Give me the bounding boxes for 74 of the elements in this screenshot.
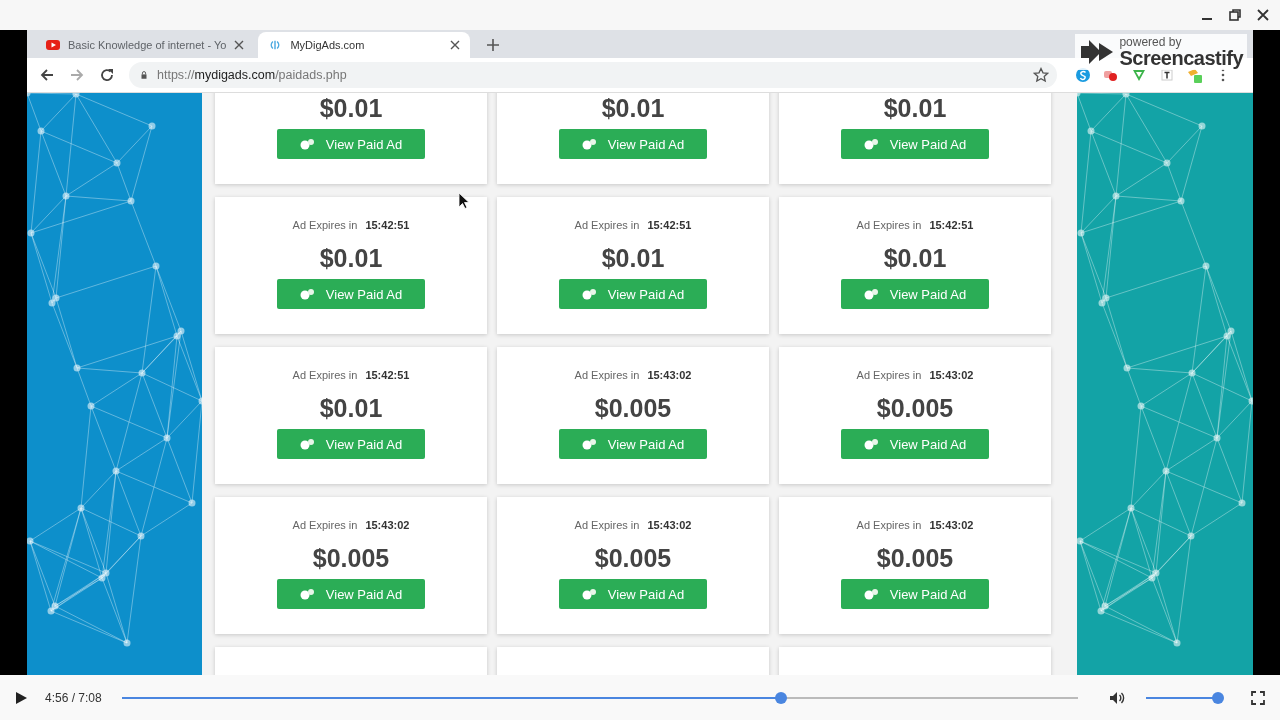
view-paid-ad-button[interactable]: View Paid Ad — [559, 579, 707, 609]
expiry-label: Ad Expires in — [856, 369, 922, 381]
expiry-time: 15:42:51 — [647, 219, 692, 231]
coins-icon — [581, 438, 598, 450]
coins-icon — [299, 288, 316, 300]
badge-caption: powered by — [1119, 36, 1183, 48]
coins-icon — [863, 588, 880, 600]
expiry-label: Ad Expires in — [292, 519, 358, 531]
view-paid-ad-button[interactable]: View Paid Ad — [277, 279, 425, 309]
expiry-time: 15:42:51 — [365, 369, 410, 381]
close-icon[interactable] — [234, 40, 245, 50]
extension-icon[interactable] — [1159, 67, 1175, 83]
view-paid-ad-button[interactable]: View Paid Ad — [841, 429, 989, 459]
view-paid-ad-button[interactable]: View Paid Ad — [559, 429, 707, 459]
ad-price: $0.01 — [601, 93, 665, 123]
play-icon[interactable] — [14, 690, 28, 705]
star-icon[interactable] — [1033, 67, 1049, 83]
ad-price: $0.005 — [594, 393, 672, 423]
ad-price: $0.01 — [601, 243, 665, 273]
view-paid-ad-button[interactable]: View Paid Ad — [559, 279, 707, 309]
close-icon[interactable] — [450, 40, 461, 50]
expiry-time: 15:42:51 — [929, 219, 974, 231]
ad-price: $0.01 — [319, 93, 383, 123]
ad-price: $0.005 — [876, 543, 954, 573]
fullscreen-icon[interactable] — [1250, 690, 1265, 705]
ad-price: $0.005 — [876, 393, 954, 423]
view-paid-ad-button[interactable]: View Paid Ad — [277, 129, 425, 159]
video-icon — [46, 40, 60, 50]
slider-thumb[interactable] — [1212, 691, 1225, 704]
expiry-label: Ad Expires in — [574, 519, 640, 531]
view-paid-ad-button[interactable]: View Paid Ad — [277, 429, 425, 459]
ad-price: $0.01 — [319, 243, 383, 273]
ad-price: $0.005 — [594, 543, 672, 573]
expiry-time: 15:43:02 — [647, 369, 692, 381]
view-paid-ad-button[interactable]: View Paid Ad — [841, 279, 989, 309]
expiry-label: Ad Expires in — [574, 369, 640, 381]
view-paid-ad-button[interactable]: View Paid Ad — [277, 579, 425, 609]
new-tab-icon[interactable] — [486, 38, 501, 52]
badge-brand: Screencastify — [1119, 48, 1243, 68]
coins-icon — [863, 438, 880, 450]
restore-icon[interactable] — [1228, 8, 1242, 22]
expiry-label: Ad Expires in — [574, 219, 640, 231]
view-paid-ad-button[interactable]: View Paid Ad — [559, 129, 707, 159]
close-icon[interactable] — [1256, 8, 1270, 22]
coins-icon — [581, 288, 598, 300]
expiry-time: 15:43:02 — [647, 519, 692, 531]
ad-price: $0.01 — [883, 243, 947, 273]
view-paid-ad-button[interactable]: View Paid Ad — [841, 129, 989, 159]
expiry-time: 15:43:02 — [929, 519, 974, 531]
expiry-time: 15:43:02 — [929, 369, 974, 381]
coins-icon — [863, 288, 880, 300]
browser-tab[interactable]: Basic Knowledge of internet - Yo — [36, 32, 255, 58]
ad-price: $0.01 — [319, 393, 383, 423]
coins-icon — [863, 138, 880, 150]
expiry-time: 15:42:51 — [365, 219, 410, 231]
coins-icon — [581, 588, 598, 600]
ad-price: $0.005 — [312, 543, 390, 573]
reload-icon[interactable] — [99, 67, 115, 83]
browser-tab[interactable]: MyDigAds.com — [258, 32, 471, 58]
expiry-label: Ad Expires in — [856, 219, 922, 231]
expiry-time: 15:43:02 — [365, 519, 410, 531]
address-bar[interactable]: https://mydigads.com/paidads.php — [129, 62, 1057, 88]
coins-icon — [299, 438, 316, 450]
expiry-label: Ad Expires in — [856, 519, 922, 531]
slider-thumb[interactable] — [775, 691, 788, 704]
back-icon[interactable] — [39, 67, 55, 83]
coins-icon — [299, 588, 316, 600]
coins-icon — [581, 138, 598, 150]
expiry-label: Ad Expires in — [292, 369, 358, 381]
view-paid-ad-button[interactable]: View Paid Ad — [841, 579, 989, 609]
ad-price: $0.01 — [883, 93, 947, 123]
playback-time: 4:56 / 7:08 — [45, 690, 102, 705]
expiry-label: Ad Expires in — [292, 219, 358, 231]
coins-icon — [299, 138, 316, 150]
